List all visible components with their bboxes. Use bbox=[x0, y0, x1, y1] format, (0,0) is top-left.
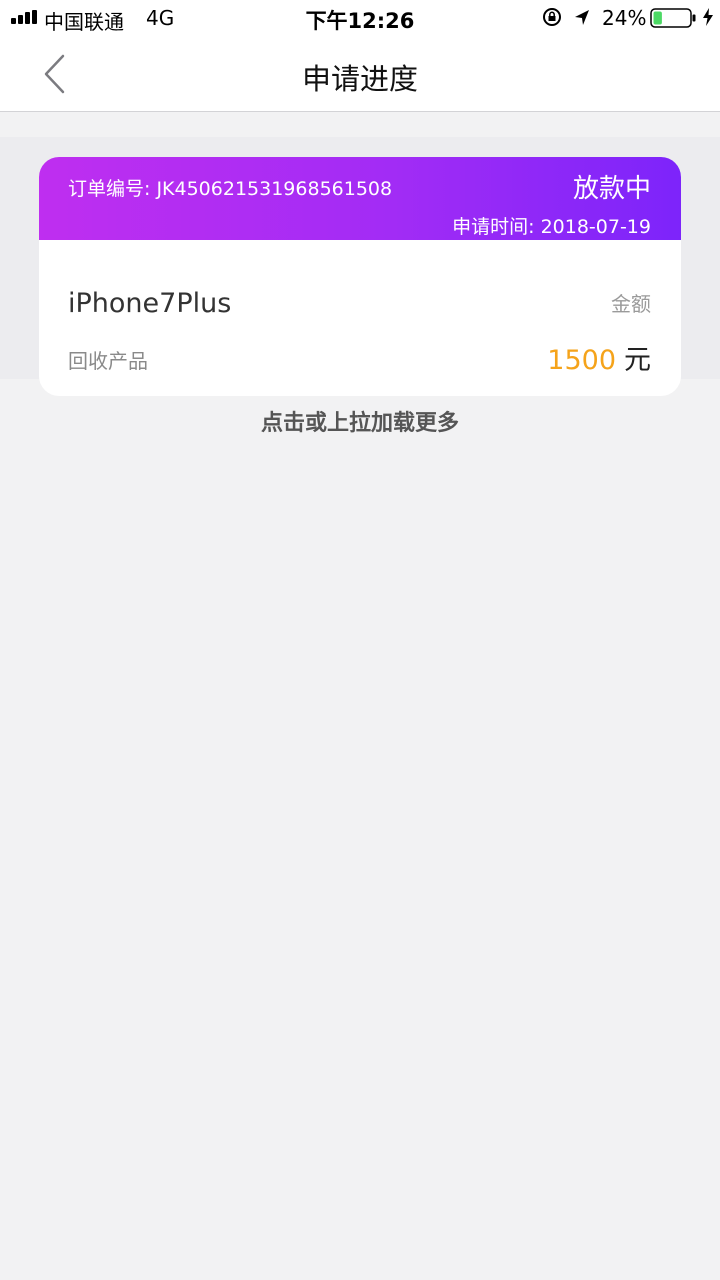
location-icon bbox=[575, 10, 589, 25]
battery-icon bbox=[650, 8, 696, 28]
page-title: 申请进度 bbox=[301, 62, 418, 96]
order-card[interactable]: 订单编号: JK450621531968561508 放款中 申请时间: 201… bbox=[39, 157, 681, 396]
amount-row: 1500 元 bbox=[547, 338, 651, 377]
product-name: iPhone7Plus bbox=[68, 288, 232, 319]
battery-percent: 24% bbox=[602, 6, 647, 30]
status-bar: 中国联通 4G 下午12:26 24% bbox=[0, 0, 720, 36]
amount-unit: 元 bbox=[624, 345, 651, 376]
apply-time: 申请时间: 2018-07-19 bbox=[452, 216, 651, 238]
order-status: 放款中 bbox=[572, 174, 651, 204]
amount-value: 1500 bbox=[547, 345, 616, 376]
product-label: 回收产品 bbox=[68, 349, 148, 373]
nav-bar: 申请进度 bbox=[0, 36, 720, 112]
order-card-header: 订单编号: JK450621531968561508 放款中 申请时间: 201… bbox=[39, 157, 681, 240]
amount-label: 金额 bbox=[611, 292, 651, 316]
load-more-button[interactable]: 点击或上拉加载更多 bbox=[0, 405, 720, 437]
charging-icon bbox=[703, 8, 713, 26]
rotation-lock-icon bbox=[543, 8, 561, 26]
order-number: 订单编号: JK450621531968561508 bbox=[68, 178, 393, 200]
